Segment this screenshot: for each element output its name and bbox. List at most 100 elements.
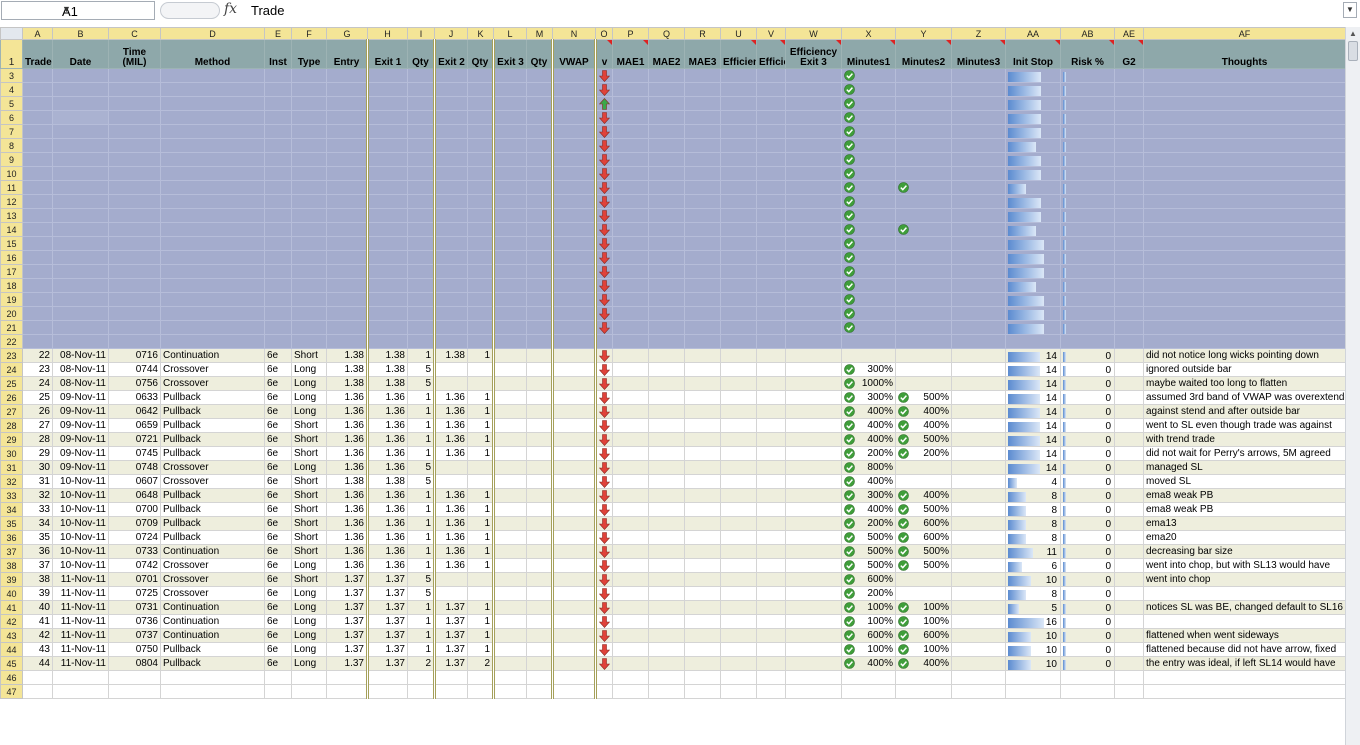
cell[interactable] — [612, 390, 649, 405]
cell[interactable] — [407, 152, 436, 167]
cell-inst[interactable]: 6e — [264, 628, 292, 643]
cell[interactable] — [612, 166, 649, 181]
cell[interactable] — [264, 278, 292, 293]
cell[interactable] — [493, 82, 527, 97]
cell-qty2[interactable] — [467, 572, 495, 587]
cell[interactable] — [756, 628, 786, 643]
cell[interactable] — [467, 684, 495, 699]
cell[interactable] — [785, 194, 842, 209]
cell-method[interactable]: Crossover — [160, 376, 265, 391]
cell[interactable] — [493, 656, 527, 671]
scroll-thumb[interactable] — [1348, 41, 1358, 61]
row-header[interactable]: 6 — [0, 110, 23, 125]
cell[interactable] — [467, 334, 495, 349]
cell-entry[interactable]: 1.36 — [326, 502, 369, 517]
cell[interactable] — [1060, 180, 1115, 195]
header-cell-i[interactable]: Qty — [407, 39, 436, 69]
cell-m2[interactable]: 100% — [895, 614, 952, 629]
cell[interactable] — [785, 558, 842, 573]
cell-time[interactable]: 0736 — [108, 614, 161, 629]
cell[interactable] — [552, 180, 597, 195]
cell[interactable] — [648, 222, 685, 237]
cell[interactable] — [552, 96, 597, 111]
cell-qty2[interactable]: 1 — [467, 614, 495, 629]
cell-qty1[interactable]: 5 — [407, 460, 436, 475]
cell[interactable] — [22, 138, 53, 153]
cell-entry[interactable]: 1.38 — [326, 376, 369, 391]
cell[interactable] — [526, 642, 554, 657]
cell[interactable] — [52, 250, 109, 265]
cell[interactable] — [264, 334, 292, 349]
cell-m2[interactable]: 600% — [895, 628, 952, 643]
cell[interactable] — [951, 208, 1006, 223]
cell[interactable] — [22, 110, 53, 125]
cell[interactable] — [756, 684, 786, 699]
cell[interactable] — [108, 166, 161, 181]
cell[interactable] — [367, 166, 408, 181]
cell[interactable] — [841, 684, 896, 699]
cell-risk[interactable]: 0 — [1060, 362, 1115, 377]
cell[interactable] — [22, 222, 53, 237]
cell[interactable] — [367, 180, 408, 195]
cell[interactable] — [434, 166, 468, 181]
cell[interactable] — [951, 628, 1006, 643]
cell[interactable] — [467, 292, 495, 307]
cell[interactable] — [648, 82, 685, 97]
cell-entry[interactable]: 1.36 — [326, 488, 369, 503]
cell[interactable] — [493, 530, 527, 545]
cell[interactable] — [595, 110, 613, 125]
cell[interactable] — [1060, 96, 1115, 111]
row-header[interactable]: 24 — [0, 362, 23, 377]
cell[interactable] — [785, 362, 842, 377]
cell[interactable] — [52, 334, 109, 349]
cell[interactable] — [291, 670, 327, 685]
cell[interactable] — [684, 670, 721, 685]
cell[interactable] — [1143, 124, 1345, 139]
cell-qty1[interactable]: 1 — [407, 432, 436, 447]
cell-m2[interactable]: 500% — [895, 558, 952, 573]
cell[interactable] — [684, 502, 721, 517]
cell[interactable] — [756, 670, 786, 685]
cell[interactable] — [326, 684, 369, 699]
cell[interactable] — [367, 306, 408, 321]
cell[interactable] — [785, 516, 842, 531]
cell[interactable] — [951, 544, 1006, 559]
cell[interactable] — [1114, 264, 1144, 279]
cell-qty2[interactable]: 1 — [467, 530, 495, 545]
cell-trade[interactable]: 22 — [22, 348, 53, 363]
cell[interactable] — [841, 334, 896, 349]
cell[interactable] — [552, 222, 597, 237]
row-header[interactable]: 5 — [0, 96, 23, 111]
cell[interactable] — [684, 96, 721, 111]
cell[interactable] — [1114, 572, 1144, 587]
cell-trade[interactable]: 43 — [22, 642, 53, 657]
cell[interactable] — [552, 152, 597, 167]
cell[interactable] — [785, 110, 842, 125]
cell[interactable] — [756, 390, 786, 405]
cell-qty1[interactable]: 1 — [407, 348, 436, 363]
cell[interactable] — [595, 68, 613, 83]
cell[interactable] — [684, 278, 721, 293]
cell-date[interactable]: 10-Nov-11 — [52, 502, 109, 517]
cell[interactable] — [493, 628, 527, 643]
cell-qty1[interactable]: 1 — [407, 544, 436, 559]
cell[interactable] — [526, 628, 554, 643]
cell[interactable] — [785, 572, 842, 587]
cell[interactable] — [648, 334, 685, 349]
header-cell-aa[interactable]: Init Stop — [1005, 39, 1061, 69]
cell[interactable] — [108, 320, 161, 335]
cell[interactable] — [160, 138, 265, 153]
cell-date[interactable]: 09-Nov-11 — [52, 446, 109, 461]
column-header-ae[interactable]: AE — [1114, 27, 1144, 40]
column-header-l[interactable]: L — [493, 27, 527, 40]
cell[interactable] — [785, 460, 842, 475]
column-header-j[interactable]: J — [434, 27, 468, 40]
column-header-z[interactable]: Z — [951, 27, 1006, 40]
cell[interactable] — [1060, 236, 1115, 251]
header-cell-af[interactable]: Thoughts — [1143, 39, 1345, 69]
cell[interactable] — [264, 684, 292, 699]
cell[interactable] — [1114, 180, 1144, 195]
cell[interactable] — [720, 306, 757, 321]
cell-arrow[interactable] — [595, 544, 613, 559]
cell[interactable] — [526, 110, 554, 125]
